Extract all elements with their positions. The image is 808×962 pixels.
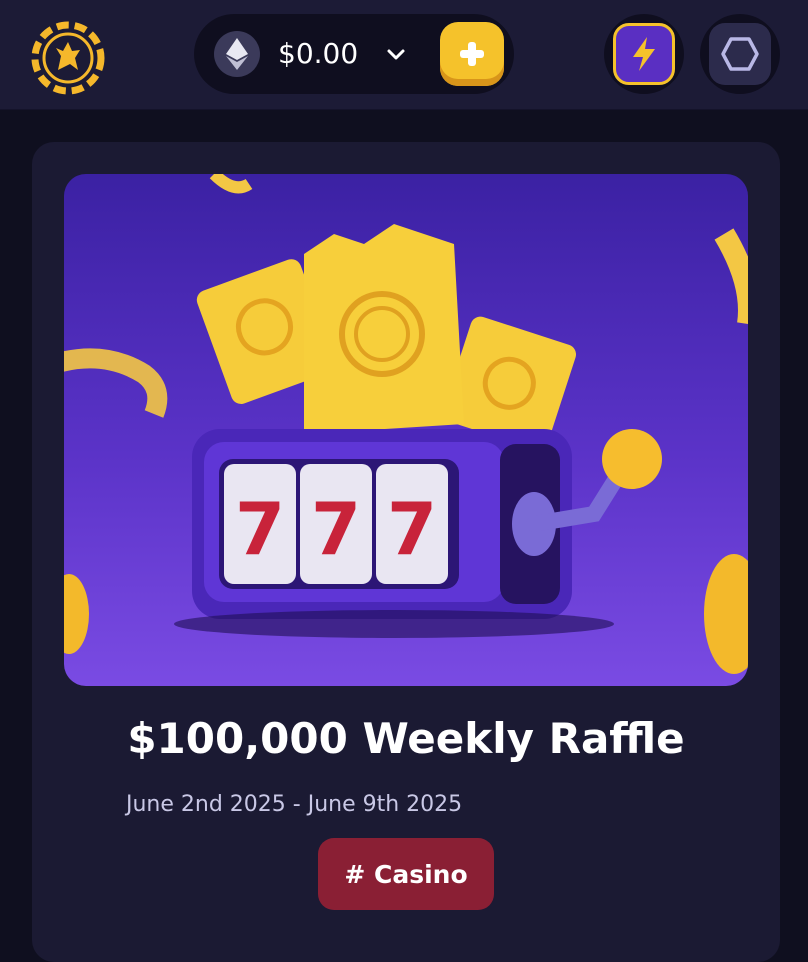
svg-text:7: 7 xyxy=(311,487,361,571)
wallet-pill: $0.00 xyxy=(194,14,514,94)
menu-button[interactable] xyxy=(700,14,780,94)
plus-icon xyxy=(460,42,484,66)
top-bar: $0.00 xyxy=(0,0,808,110)
raffle-dates: June 2nd 2025 - June 9th 2025 xyxy=(126,792,463,817)
casino-tag[interactable]: # Casino xyxy=(318,838,494,910)
raffle-card[interactable]: 7 7 7 $100,000 Weekly Raffle June 2nd 20… xyxy=(32,142,780,962)
wallet-balance[interactable]: $0.00 xyxy=(278,34,358,74)
ethereum-icon xyxy=(214,31,260,77)
svg-text:7: 7 xyxy=(387,487,437,571)
hexagon-icon xyxy=(721,37,759,71)
lightning-icon xyxy=(633,37,655,71)
logo-icon[interactable] xyxy=(30,20,106,96)
svg-text:7: 7 xyxy=(235,487,285,571)
add-funds-button[interactable] xyxy=(440,22,504,86)
raffle-title: $100,000 Weekly Raffle xyxy=(127,714,685,763)
raffle-banner-image[interactable]: 7 7 7 xyxy=(64,174,748,686)
chevron-down-icon[interactable] xyxy=(384,42,408,66)
boost-button[interactable] xyxy=(604,14,684,94)
